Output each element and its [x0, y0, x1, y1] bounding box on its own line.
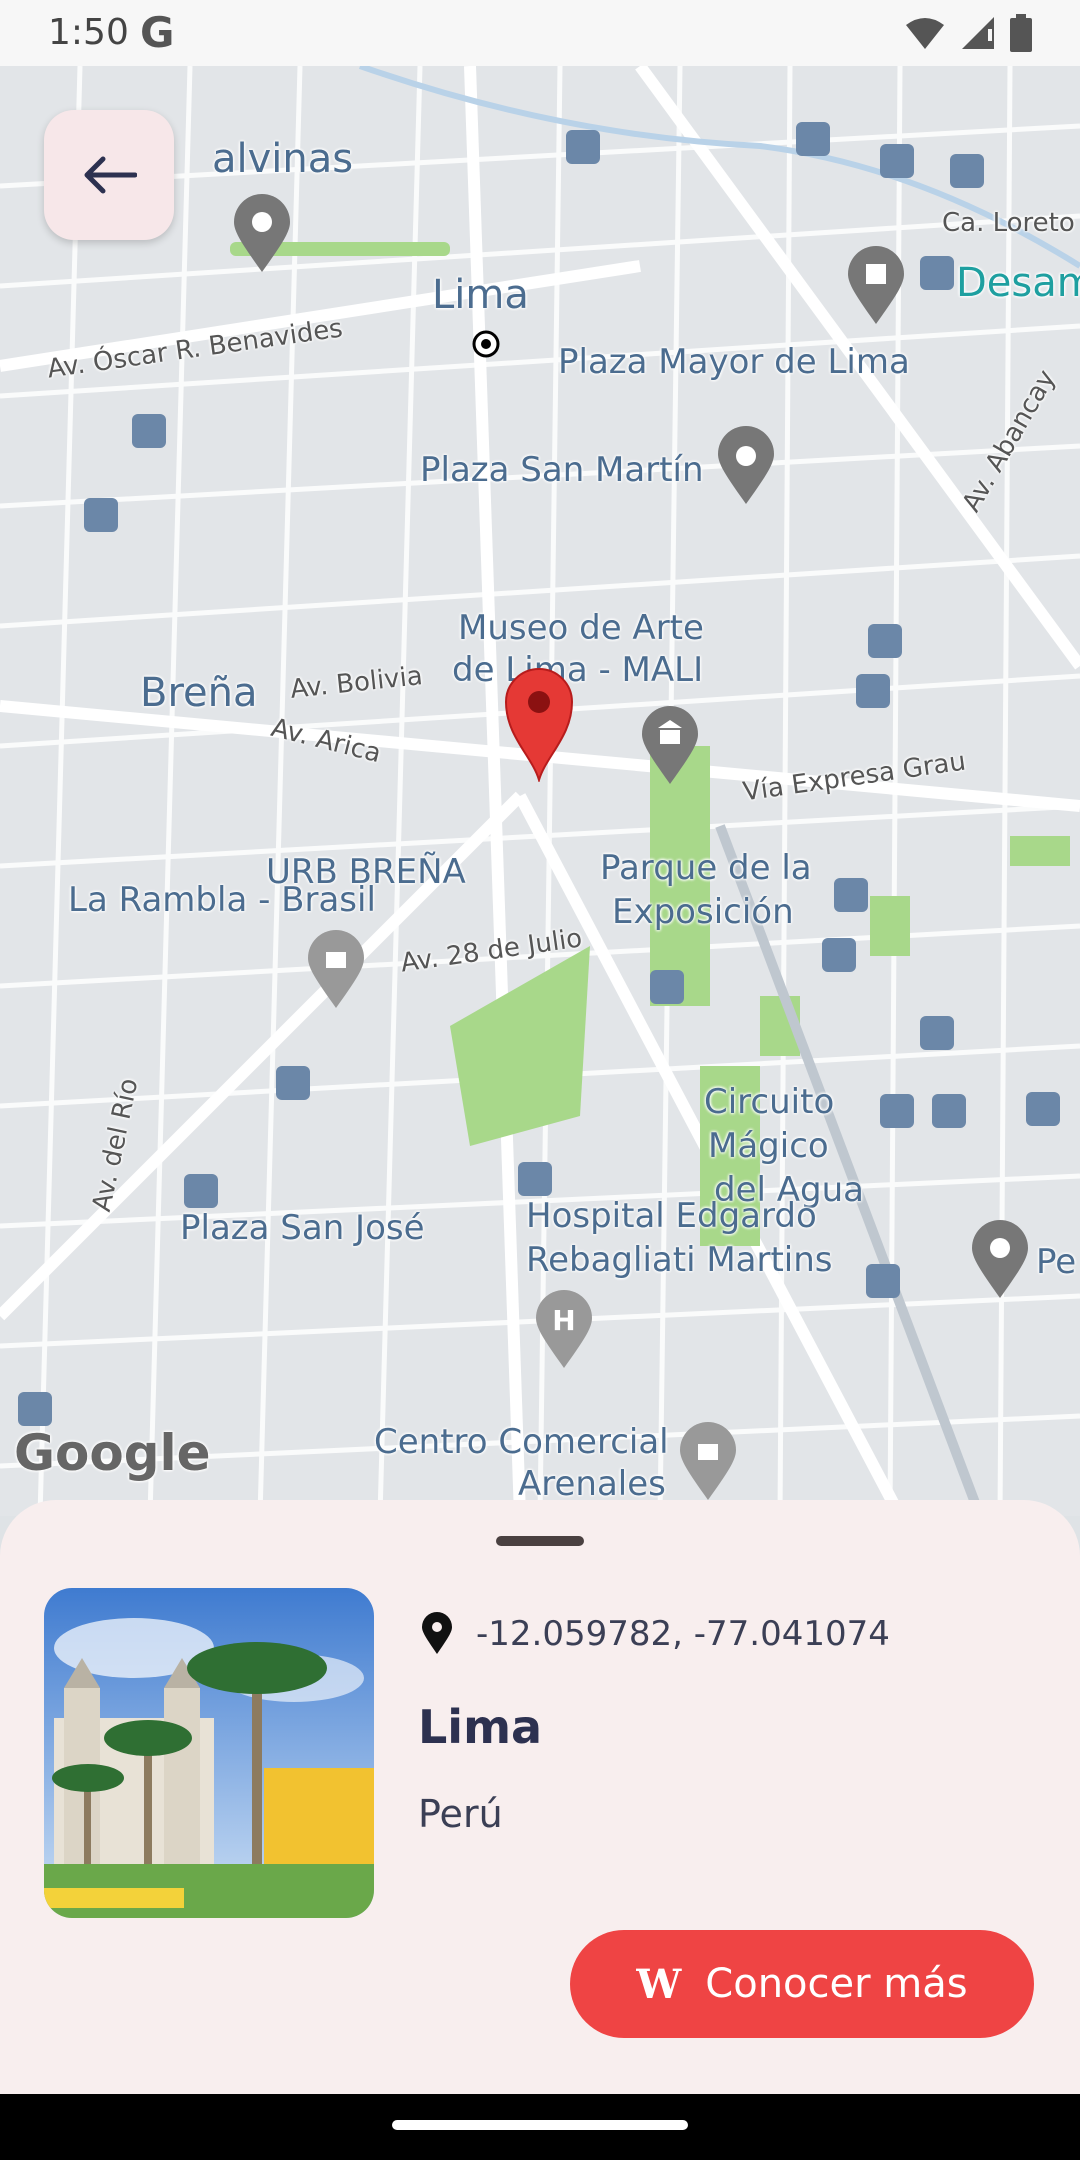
bus-stop-icon[interactable]: [796, 122, 830, 156]
battery-icon: [1010, 14, 1032, 52]
map-label: alvinas: [212, 136, 354, 182]
bus-stop-icon[interactable]: [880, 1094, 914, 1128]
status-icons: [904, 14, 1032, 52]
castle-pin-icon[interactable]: [846, 246, 906, 326]
map-view[interactable]: alvinas Lima Ca. Loreto Desamp Av. Óscar…: [0, 66, 1080, 1516]
learn-more-label: Conocer más: [705, 1961, 968, 2007]
place-photo: [44, 1588, 374, 1918]
map-label: Centro Comercial: [374, 1422, 669, 1462]
google-logo: Google: [14, 1424, 211, 1482]
map-label: Breña: [140, 670, 258, 716]
map-label: Lima: [432, 272, 529, 318]
map-label: Plaza San José: [180, 1208, 425, 1248]
place-bottom-sheet[interactable]: -12.059782, -77.041074 Lima Perú W Conoc…: [0, 1500, 1080, 2094]
map-label: Arenales: [518, 1464, 666, 1504]
coordinates-row: -12.059782, -77.041074: [420, 1612, 890, 1656]
map-label: Pe: [1036, 1242, 1077, 1282]
map-label: Plaza Mayor de Lima: [558, 342, 910, 382]
poi-pin-icon[interactable]: [970, 1220, 1030, 1300]
status-time: 1:50: [48, 12, 129, 53]
arrow-left-icon: [84, 156, 137, 194]
bus-stop-icon[interactable]: [132, 414, 166, 448]
bus-stop-icon[interactable]: [868, 624, 902, 658]
hospital-pin-icon[interactable]: H: [534, 1290, 594, 1370]
cathedral-photo-image: [44, 1588, 374, 1918]
drag-handle[interactable]: [496, 1536, 584, 1546]
map-label: Circuito: [704, 1082, 835, 1122]
bus-stop-icon[interactable]: [276, 1066, 310, 1100]
bus-stop-icon[interactable]: [920, 1016, 954, 1050]
bus-stop-icon[interactable]: [920, 256, 954, 290]
place-country: Perú: [418, 1792, 503, 1836]
bus-stop-icon[interactable]: [1026, 1092, 1060, 1126]
map-label: Ca. Loreto: [942, 208, 1075, 238]
navigation-bar: [0, 2094, 1080, 2160]
coordinates-text: -12.059782, -77.041074: [476, 1614, 890, 1654]
bus-stop-icon[interactable]: [566, 130, 600, 164]
signal-icon: [962, 17, 994, 49]
location-pin-icon: [422, 1612, 452, 1654]
map-label: Rebagliati Martins: [526, 1240, 833, 1280]
home-indicator[interactable]: [392, 2120, 688, 2130]
bus-stop-icon[interactable]: [932, 1094, 966, 1128]
bus-stop-icon[interactable]: [856, 674, 890, 708]
map-label: Desamp: [956, 260, 1080, 306]
map-label: La Rambla - Brasil: [68, 880, 376, 920]
camera-pin-icon[interactable]: [716, 426, 776, 506]
map-label: Parque de la: [600, 848, 812, 888]
location-marker-icon[interactable]: [502, 666, 576, 782]
map-label: Hospital Edgardo: [526, 1196, 817, 1236]
wikipedia-icon: W: [636, 1960, 682, 2008]
google-badge-icon: G: [140, 8, 175, 57]
map-label: Exposición: [612, 892, 794, 932]
poi-pin-icon[interactable]: [232, 194, 292, 274]
bus-stop-icon[interactable]: [880, 144, 914, 178]
place-title: Lima: [418, 1700, 543, 1754]
map-label: Mágico: [708, 1126, 829, 1166]
learn-more-button[interactable]: W Conocer más: [570, 1930, 1034, 2038]
bus-stop-icon[interactable]: [866, 1264, 900, 1298]
bus-stop-icon[interactable]: [834, 878, 868, 912]
map-label: Museo de Arte: [458, 608, 704, 648]
museum-pin-icon[interactable]: [640, 706, 700, 786]
bus-stop-icon[interactable]: [950, 154, 984, 188]
station-icon: [472, 330, 500, 358]
shopping-pin-icon[interactable]: [678, 1422, 738, 1502]
bus-stop-icon[interactable]: [18, 1392, 52, 1426]
bus-stop-icon[interactable]: [518, 1162, 552, 1196]
status-bar: 1:50 G: [0, 0, 1080, 66]
map-label: de Lima - MALI: [452, 650, 704, 690]
map-label: Plaza San Martín: [420, 450, 704, 490]
bus-stop-icon[interactable]: [822, 938, 856, 972]
wifi-icon: [906, 18, 944, 49]
back-button[interactable]: [44, 110, 174, 240]
bus-stop-icon[interactable]: [184, 1174, 218, 1208]
bus-stop-icon[interactable]: [84, 498, 118, 532]
shopping-pin-icon[interactable]: [306, 930, 366, 1010]
bus-stop-icon[interactable]: [650, 970, 684, 1004]
svg-text:H: H: [552, 1304, 575, 1337]
